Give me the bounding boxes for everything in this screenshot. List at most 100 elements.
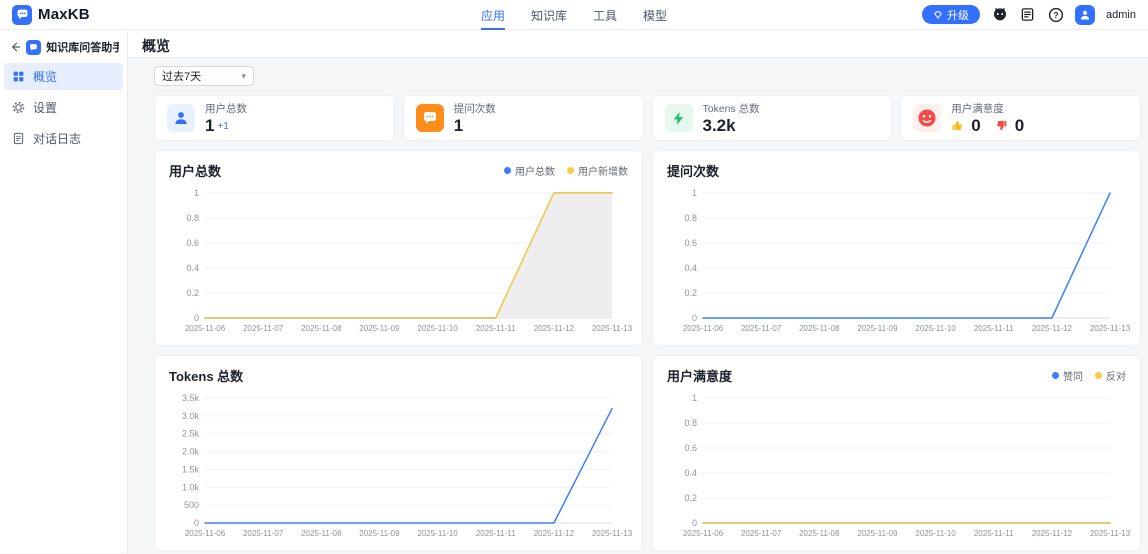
user-icon [167,104,195,132]
line-chart-svg: 0 500 1.0k 1.5k 2.0k 2.5k 3.0k 3.5k 2025-11-06 20… [182,393,633,538]
sidebar-item-chat-logs[interactable]: 对话日志 [4,125,123,152]
svg-text:0.4: 0.4 [684,468,697,478]
stat-label: 提问次数 [453,103,496,115]
chart-card-tokens: Tokens 总数 0 500 1.0k 1.5k 2.0k 2.5k 3.0k 3.5k 20… [154,355,643,551]
chart-head: 用户满意度 赞同 反对 [667,366,1126,384]
legend-item[interactable]: 反对 [1095,368,1126,383]
face-icon [913,104,942,132]
sidebar-item-label: 设置 [33,101,58,115]
svg-text:0: 0 [692,313,697,323]
line-chart-svg: 0 0.2 0.4 0.6 0.8 1 2025-11-06 2025-11-07 2025-1… [683,188,1131,333]
maxkb-logo[interactable]: MaxKB [12,4,90,25]
stat-card-satisfaction: 用户满意度 0 0 [900,95,1141,141]
app-title: 知识库问答助手 [46,42,119,54]
svg-text:2025-11-12: 2025-11-12 [534,529,575,538]
time-range-value: 过去7天 [162,71,202,83]
svg-text:2.0k: 2.0k [182,447,200,457]
maxkb-logo-text: MaxKB [38,6,90,23]
svg-text:2025-11-11: 2025-11-11 [974,324,1014,333]
thumb-down-count: 0 [1014,116,1025,135]
chart-title: Tokens 总数 [169,368,244,384]
svg-text:2025-11-09: 2025-11-09 [857,324,898,333]
nav-tab-apps[interactable]: 应用 [480,0,505,30]
help-icon[interactable]: ? [1047,6,1064,23]
svg-text:2025-11-11: 2025-11-11 [476,324,516,333]
docs-icon[interactable] [1019,6,1036,23]
sidebar-item-overview[interactable]: 概览 [4,63,123,90]
chart-canvas: 0 0.2 0.4 0.6 0.8 1 2025-11-06 2025-11-07 2025-1… [169,185,633,335]
svg-text:0.4: 0.4 [684,263,697,273]
svg-text:0.4: 0.4 [186,263,199,273]
stat-value: 3.2k [702,116,736,135]
svg-text:2025-11-10: 2025-11-10 [417,324,458,333]
gem-icon [933,10,943,20]
svg-text:2025-11-12: 2025-11-12 [1032,529,1073,538]
legend-item[interactable]: 赞同 [1052,368,1083,383]
back-arrow-icon[interactable] [8,40,21,54]
sidebar-menu: 概览 设置 对话日志 [0,63,127,152]
svg-text:2025-11-13: 2025-11-13 [592,529,633,538]
svg-text:2025-11-12: 2025-11-12 [1032,324,1073,333]
sidebar-item-label: 概览 [33,70,58,84]
chart-card-users-total: 用户总数 用户总数 用户新增数 0 0.2 0.4 0.6 0.8 1 2025-11-06 2… [154,150,643,346]
svg-text:0.8: 0.8 [186,213,199,223]
log-icon [12,132,26,146]
nav-tab-tools[interactable]: 工具 [593,0,617,30]
svg-text:1.5k: 1.5k [182,464,200,474]
svg-text:1.0k: 1.0k [182,482,200,492]
upgrade-button-label: 升级 [947,9,970,22]
svg-text:2025-11-07: 2025-11-07 [243,324,284,333]
stat-value: 1 +1 [205,115,229,135]
chart-head: 用户总数 用户总数 用户新增数 [169,161,628,179]
svg-text:0.2: 0.2 [684,493,697,503]
svg-text:2025-11-08: 2025-11-08 [799,529,840,538]
chart-title: 用户满意度 [667,368,733,384]
thumb-up-icon [951,119,965,133]
maxkb-logo-icon [12,4,32,25]
svg-text:2025-11-07: 2025-11-07 [741,324,782,333]
chart-head: 提问次数 [667,161,1126,179]
legend-dot-icon [567,166,574,174]
stat-label: 用户总数 [205,102,247,115]
svg-text:1: 1 [692,188,697,198]
time-range-select[interactable]: 过去7天 ▾ [154,66,254,86]
top-navbar: MaxKB 应用 知识库 工具 模型 升级 ? admin [0,0,1148,30]
overview-content: 过去7天 ▾ 用户总数 1 +1 提问次数 1 Tokens 总数 3.2k 用… [128,58,1148,553]
stat-card-tokens: Tokens 总数 3.2k [651,95,893,141]
upgrade-button[interactable]: 升级 [922,5,981,24]
nav-tab-models[interactable]: 模型 [643,0,667,30]
svg-text:2025-11-08: 2025-11-08 [799,324,840,333]
svg-text:2025-11-09: 2025-11-09 [359,529,400,538]
chart-title: 提问次数 [667,163,720,179]
username-label[interactable]: admin [1106,9,1136,21]
svg-text:0.8: 0.8 [684,213,697,223]
app-header: 知识库问答助手 [0,30,127,63]
stat-label: 用户满意度 [951,103,1004,115]
chart-card-questions: 提问次数 0 0.2 0.4 0.6 0.8 1 2025-11-06 2025-11-07 2… [652,150,1141,346]
nav-tab-knowledge[interactable]: 知识库 [531,0,567,30]
svg-text:0: 0 [692,518,697,528]
svg-text:2025-11-06: 2025-11-06 [683,324,724,333]
svg-text:1: 1 [194,188,199,198]
legend-dot-icon [1052,371,1059,379]
user-avatar[interactable] [1075,4,1096,25]
grid-icon [12,70,26,84]
svg-text:2025-11-06: 2025-11-06 [683,529,724,538]
thumb-up-count: 0 [971,116,981,135]
svg-text:2025-11-08: 2025-11-08 [301,529,342,538]
sidebar-item-settings[interactable]: 设置 [4,94,123,121]
legend-dot-icon [504,166,511,174]
github-icon[interactable] [991,6,1008,23]
chart-legend: 用户总数 用户新增数 [504,163,628,178]
svg-text:2.5k: 2.5k [182,429,200,439]
svg-text:2025-11-11: 2025-11-11 [974,529,1014,538]
legend-item[interactable]: 用户总数 [504,163,555,178]
svg-text:2025-11-10: 2025-11-10 [915,529,956,538]
app-icon [26,39,42,55]
legend-item[interactable]: 用户新增数 [567,163,628,178]
svg-text:2025-11-13: 2025-11-13 [1090,529,1131,538]
svg-text:2025-11-13: 2025-11-13 [1090,324,1131,333]
svg-text:0: 0 [194,518,199,528]
svg-text:0.6: 0.6 [684,443,697,453]
chart-canvas: 0 0.2 0.4 0.6 0.8 1 2025-11-06 2025-11-07 2025-1… [667,185,1131,335]
